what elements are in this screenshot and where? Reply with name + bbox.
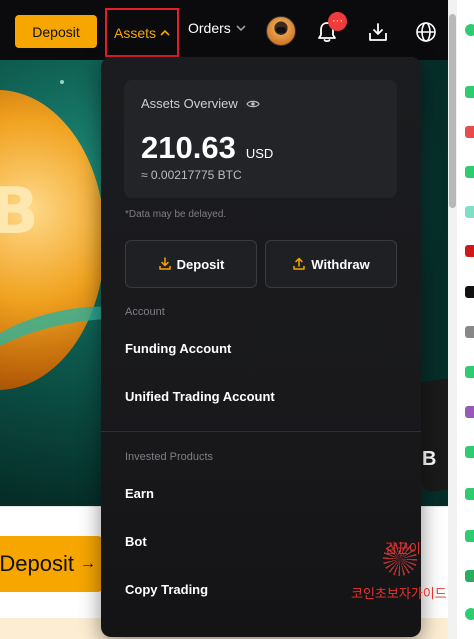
exchange-page: B B Deposit → Deposit Assets Orders ···: [0, 0, 474, 639]
sidebar-app-icon[interactable]: [465, 406, 474, 418]
nav-deposit-label: Deposit: [32, 23, 80, 40]
total-currency: USD: [245, 146, 274, 161]
download-icon: [158, 257, 171, 270]
watermark-line2: 코인초보자가이드: [351, 586, 447, 601]
assets-overview-title: Assets Overview: [141, 96, 238, 111]
sidebar-app-icon[interactable]: [465, 446, 474, 458]
total-amount: 210.63: [141, 130, 236, 165]
hero-deposit-label: Deposit: [0, 551, 74, 576]
menu-item-copy-trading[interactable]: Copy Trading: [125, 582, 208, 597]
nav-deposit-button[interactable]: Deposit: [15, 15, 97, 48]
sidebar-app-icon[interactable]: [465, 286, 474, 298]
arrow-right-icon: →: [80, 555, 96, 572]
sidebar-app-icon[interactable]: [465, 488, 474, 500]
menu-item-unified-trading-account[interactable]: Unified Trading Account: [125, 389, 275, 404]
invested-products-section-label: Invested Products: [125, 451, 214, 463]
sidebar-app-icon[interactable]: [465, 366, 474, 378]
chevron-up-icon: [160, 29, 170, 36]
nav-assets-menu[interactable]: Assets: [105, 8, 179, 57]
avatar[interactable]: [266, 16, 296, 46]
data-delay-note: *Data may be delayed.: [125, 209, 227, 220]
deposit-button-label: Deposit: [176, 256, 225, 272]
sidebar-app-icon[interactable]: [465, 245, 474, 257]
deposit-button[interactable]: Deposit: [125, 240, 257, 288]
sidebar-app-icon[interactable]: [465, 126, 474, 138]
chevron-down-icon: [236, 25, 246, 32]
globe-icon[interactable]: [415, 21, 437, 43]
withdraw-button[interactable]: Withdraw: [265, 240, 397, 288]
bot-mascot-mark: B: [422, 448, 437, 470]
assets-overview-header: Assets Overview: [141, 96, 260, 111]
sidebar-app-icon[interactable]: [465, 206, 474, 218]
assets-overview-card: Assets Overview 210.63 USD ≈ 0.00217775 …: [124, 80, 397, 198]
menu-item-earn[interactable]: Earn: [125, 486, 154, 501]
sidebar-app-icon[interactable]: [465, 86, 474, 98]
scrollbar-thumb[interactable]: [449, 14, 456, 208]
divider: [101, 431, 421, 432]
sidebar-app-icon[interactable]: [465, 24, 474, 36]
watermark-line1: 감군이: [385, 541, 421, 556]
sidebar-app-icon[interactable]: [465, 570, 474, 582]
account-section-label: Account: [125, 306, 165, 318]
menu-item-bot[interactable]: Bot: [125, 534, 147, 549]
hero-deposit-button[interactable]: Deposit →: [0, 536, 102, 592]
sidebar-app-icon[interactable]: [465, 326, 474, 338]
nav-orders-label: Orders: [188, 20, 231, 36]
top-nav-bar: Deposit Assets Orders ···: [0, 0, 448, 60]
download-icon[interactable]: [367, 21, 389, 43]
bitcoin-symbol: B: [0, 175, 39, 249]
nav-assets-label: Assets: [113, 24, 156, 41]
upload-icon: [293, 257, 306, 270]
sidebar-app-icon[interactable]: [465, 530, 474, 542]
watermark: 감군이 코인초보자가이드: [345, 536, 465, 606]
sidebar-app-icon[interactable]: [465, 166, 474, 178]
total-balance: 210.63 USD: [141, 130, 273, 166]
menu-item-funding-account[interactable]: Funding Account: [125, 341, 231, 356]
btc-equivalent: ≈ 0.00217775 BTC: [141, 168, 242, 182]
withdraw-button-label: Withdraw: [311, 256, 370, 272]
sparkle: [60, 80, 64, 84]
eye-icon[interactable]: [246, 99, 260, 109]
sidebar-app-icon[interactable]: [465, 608, 474, 620]
nav-orders-menu[interactable]: Orders: [188, 20, 246, 36]
notification-badge: ···: [328, 12, 347, 31]
